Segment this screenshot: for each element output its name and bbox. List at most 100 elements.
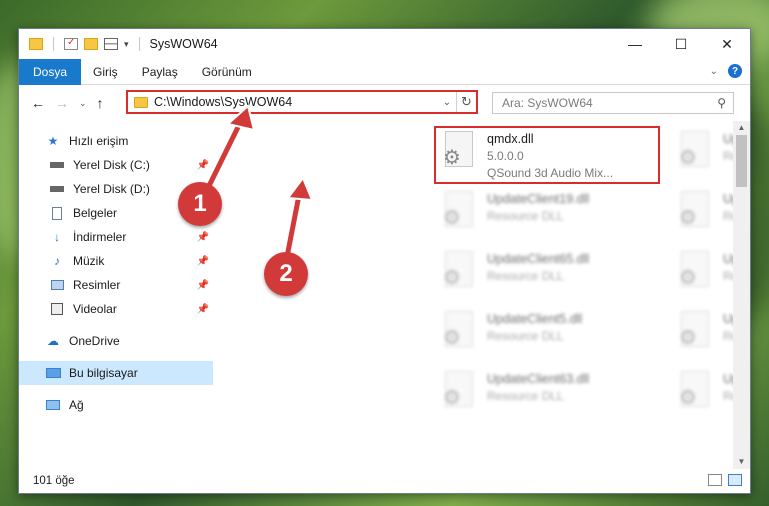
address-row: ← → ⌄ ↑ C:\Windows\SysWOW64 ⌄ ↻ Ara: Sys… [19,85,750,121]
maximize-button[interactable]: ☐ [658,29,704,59]
file-item[interactable]: ⚙ UpdateClient19.dll Resource DLL [439,187,671,241]
star-icon: ★ [47,134,59,148]
music-icon: ♪ [54,254,60,268]
sidebar-item-onedrive[interactable]: ☁ OneDrive [19,329,213,353]
ribbon-controls: ⌄ ? [710,64,742,78]
item-count: 101 öğe [33,475,75,487]
window-title: SysWOW64 [149,37,218,51]
sidebar-item-label: Yerel Disk (D:) [73,182,150,196]
sidebar-item-label: Yerel Disk (C:) [73,158,150,172]
up-arrow-icon[interactable]: ↑ [97,95,104,111]
tab-dosya[interactable]: Dosya [19,58,82,85]
tiles-view-icon[interactable] [728,474,742,486]
minimize-button[interactable]: — [612,29,658,59]
address-bar[interactable]: C:\Windows\SysWOW64 ⌄ ↻ [126,90,478,114]
sidebar-item-downloads[interactable]: ↓ İndirmeler 📌 [19,225,213,249]
file-item[interactable]: ⚙ UpdateClient5.dll Resource DLL [439,307,671,361]
ribbon-tabs: Dosya Giriş Paylaş Görünüm ⌄ ? [19,58,750,85]
tab-gorunum[interactable]: Görünüm [190,59,264,85]
search-icon[interactable]: ⚲ [717,96,726,110]
customize-icon[interactable] [104,38,118,50]
sidebar-item-label: Hızlı erişim [69,134,129,148]
divider [138,37,140,51]
sidebar-item-network[interactable]: Ağ [19,393,213,417]
refresh-icon[interactable]: ↻ [456,92,476,112]
scroll-down-icon[interactable]: ▼ [733,455,750,469]
pictures-icon [49,278,65,292]
drive-icon [49,158,65,172]
sidebar-item-this-pc[interactable]: Bu bilgisayar [19,361,213,385]
back-arrow-icon[interactable]: ← [31,95,45,111]
main-area: ★ Hızlı erişim Yerel Disk (C:) 📌 Yerel D… [19,121,750,469]
file-name: UpdateClient65.dll [487,252,590,266]
dll-file-icon: ⚙ [675,311,715,355]
sidebar-item-label: Belgeler [73,206,118,220]
folder-icon [134,96,148,108]
new-folder-icon[interactable] [84,38,98,50]
expand-ribbon-icon[interactable]: ⌄ [710,66,718,77]
dll-file-icon: ⚙ [439,191,479,235]
sidebar-item-label: Ağ [69,398,84,412]
file-type: Resource DLL [487,329,564,343]
sidebar-item-videos[interactable]: Videolar 📌 [19,297,213,321]
pin-icon[interactable]: 📌 [197,160,209,171]
dll-file-icon: ⚙ [675,131,715,175]
search-placeholder: Ara: SysWOW64 [502,96,593,110]
tab-paylas[interactable]: Paylaş [130,59,190,85]
chevron-down-icon[interactable]: ⌄ [438,97,456,108]
explorer-window: ✓ ▾ SysWOW64 — ☐ ✕ Dosya Giriş Paylaş Gö… [18,28,751,494]
tab-giris[interactable]: Giriş [81,59,130,85]
details-view-icon[interactable] [708,474,722,486]
vertical-scrollbar[interactable]: ▲ ▼ [733,121,750,469]
pin-icon[interactable]: 📌 [197,280,209,291]
divider [53,37,54,51]
dll-file-icon: ⚙ [439,311,479,355]
help-icon[interactable]: ? [728,64,742,78]
file-name: UpdateClient19.dll [487,192,590,206]
sidebar-item-drive-c[interactable]: Yerel Disk (C:) 📌 [19,153,213,177]
title-bar: ✓ ▾ SysWOW64 — ☐ ✕ [19,29,750,59]
dll-file-icon: ⚙ [675,191,715,235]
file-type: Resource DLL [487,389,564,403]
chevron-down-icon[interactable]: ▾ [124,39,129,50]
videos-icon [49,302,65,316]
documents-icon [49,206,65,220]
file-name: UpdateClient5.dll [487,312,583,326]
computer-icon [45,366,61,380]
sidebar-item-music[interactable]: ♪ Müzik 📌 [19,249,213,273]
recent-dropdown-icon[interactable]: ⌄ [79,98,87,109]
pin-icon[interactable]: 📌 [197,232,209,243]
sidebar-item-label: Bu bilgisayar [69,366,138,380]
pin-icon[interactable]: 📌 [197,256,209,267]
status-bar: 101 öğe [19,469,750,493]
pin-icon[interactable]: 📌 [197,304,209,315]
address-path[interactable]: C:\Windows\SysWOW64 [154,95,438,109]
folder-icon[interactable] [29,38,43,50]
search-box[interactable]: Ara: SysWOW64 ⚲ [492,92,734,114]
file-item[interactable]: ⚙ UpdateClient65.dll Resource DLL [439,247,671,301]
scroll-thumb[interactable] [736,135,747,187]
dll-file-icon: ⚙ [439,251,479,295]
step-badge-1: 1 [178,182,222,226]
dll-file-icon: ⚙ [439,371,479,415]
network-icon [45,398,61,412]
sidebar-item-label: İndirmeler [73,230,127,244]
file-view: ⚙ qmdx.dll 5.0.0.0 QSound 3d Audio Mix..… [213,121,750,469]
sidebar-item-label: Resimler [73,278,121,292]
forward-arrow-icon[interactable]: → [55,95,69,111]
properties-icon[interactable]: ✓ [64,37,78,50]
file-type: Resource DLL [487,269,564,283]
file-item[interactable]: ⚙ UpdateClient63.dll Resource DLL [439,367,671,421]
view-toggle [708,474,742,486]
sidebar-item-label: Videolar [73,302,117,316]
step-badge-2: 2 [264,252,308,296]
close-button[interactable]: ✕ [704,29,750,59]
sidebar-item-quick-access[interactable]: ★ Hızlı erişim [19,129,213,153]
quick-access-toolbar: ✓ ▾ [19,37,144,51]
scroll-up-icon[interactable]: ▲ [733,121,750,135]
drive-icon [49,182,65,196]
dll-file-icon: ⚙ [675,371,715,415]
navigation-pane: ★ Hızlı erişim Yerel Disk (C:) 📌 Yerel D… [19,121,213,469]
sidebar-item-pictures[interactable]: Resimler 📌 [19,273,213,297]
cloud-icon: ☁ [47,334,59,348]
